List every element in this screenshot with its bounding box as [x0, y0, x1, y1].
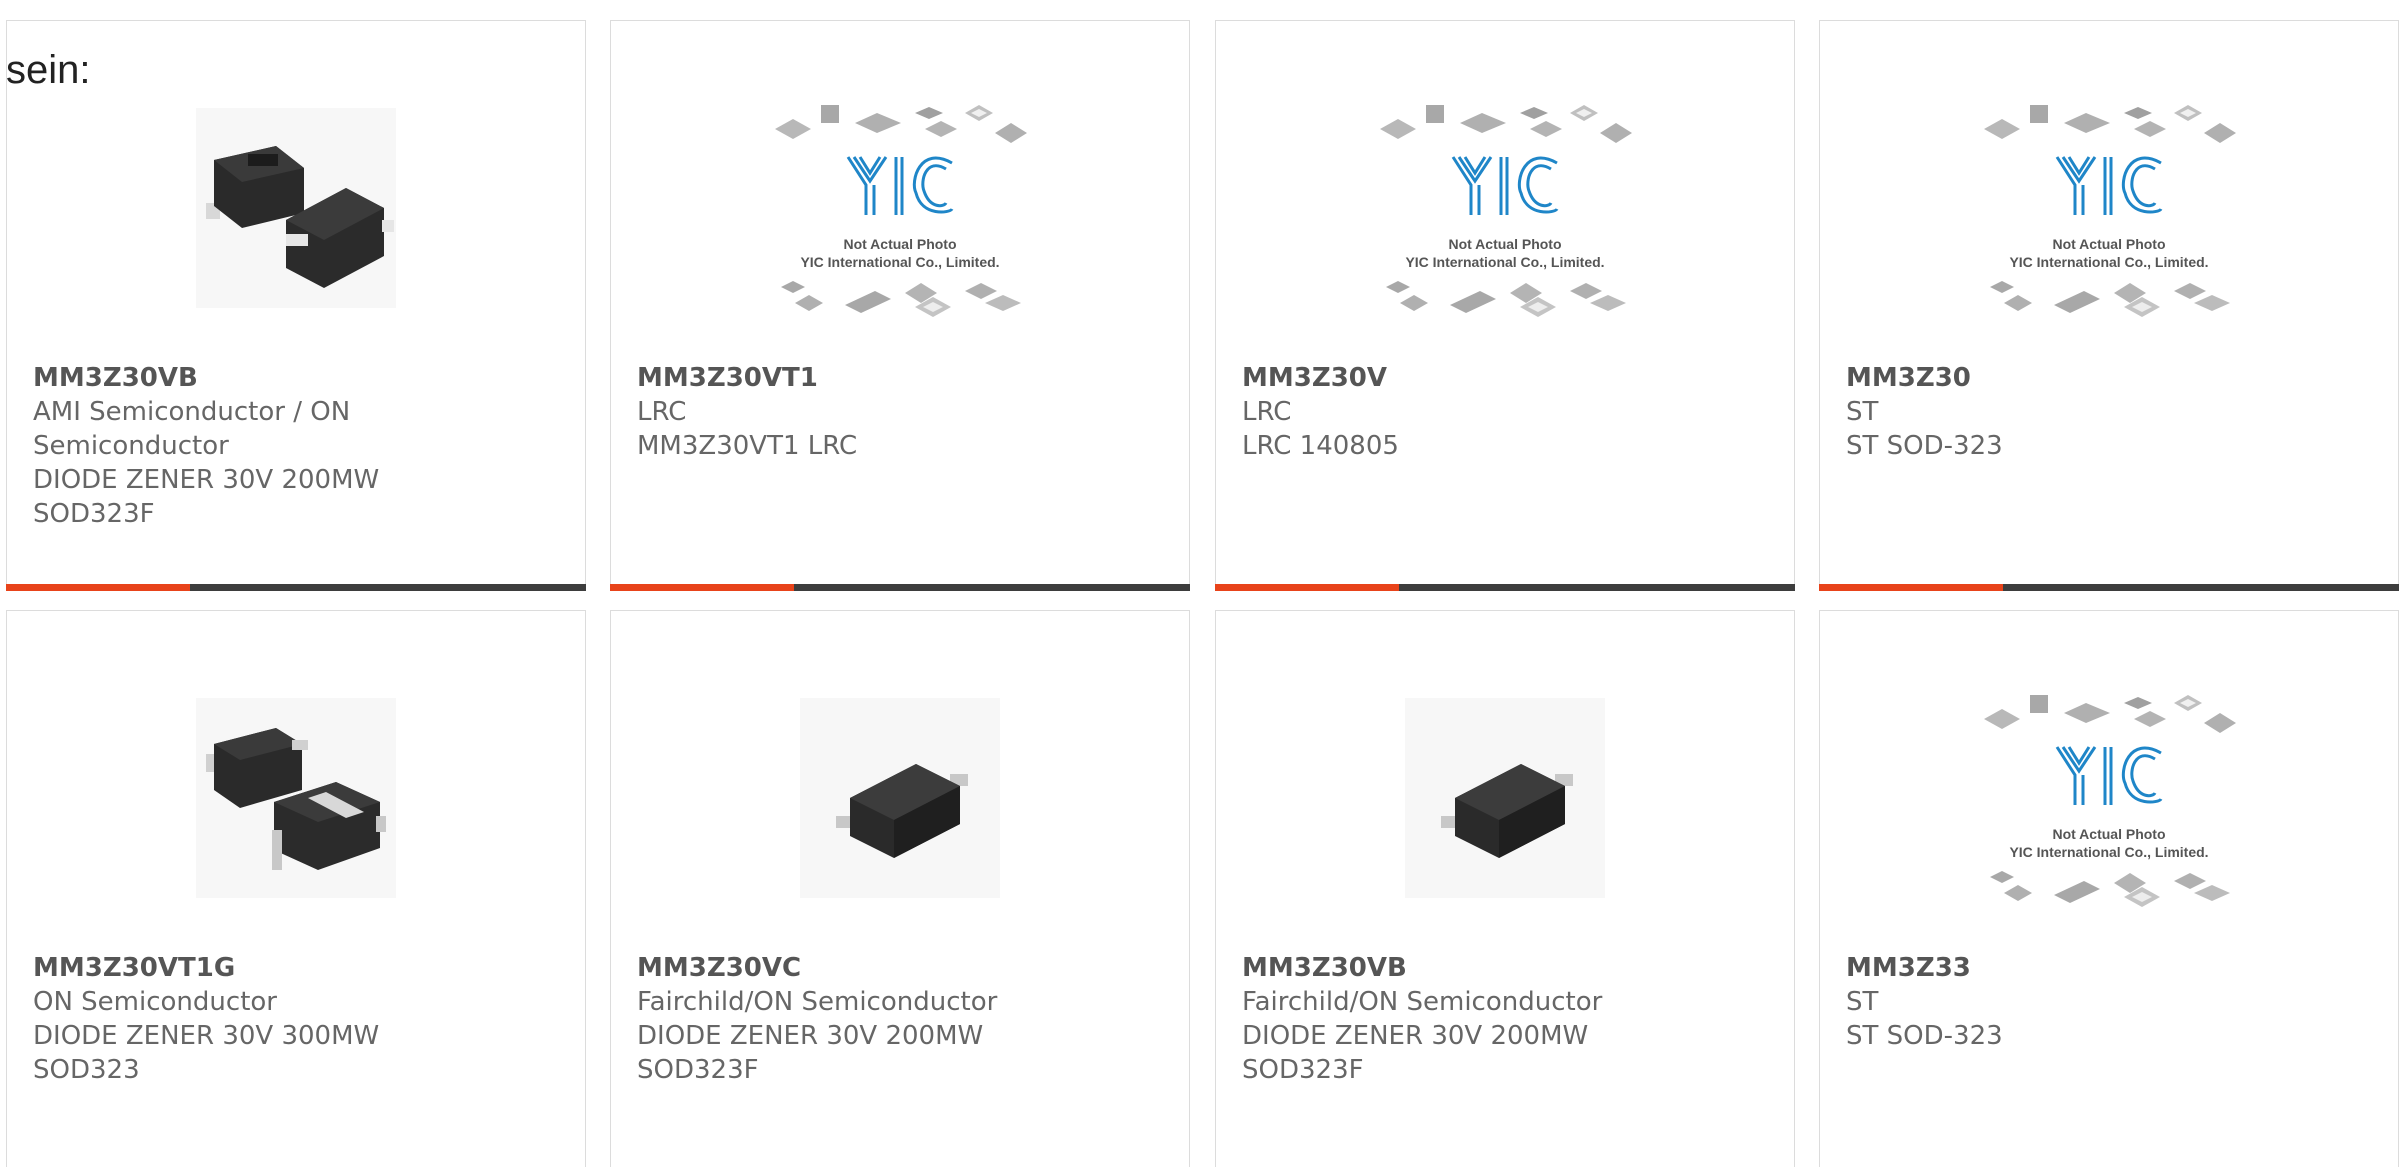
intro-text: sein: — [6, 48, 91, 92]
placeholder-caption-line1: Not Actual Photo — [843, 236, 957, 252]
chip-packages-top-icon — [1984, 695, 2236, 733]
product-card[interactable]: MM3Z30VC Fairchild/ON Semiconductor DIOD… — [610, 610, 1190, 1167]
package-sod323-two-icon — [196, 698, 396, 898]
yic-logo-icon — [846, 156, 954, 215]
part-number-link[interactable]: MM3Z30VB — [1242, 951, 1774, 985]
yic-logo-icon — [2055, 746, 2163, 805]
product-image[interactable] — [7, 93, 585, 323]
description: MM3Z30VT1 LRC — [637, 431, 858, 461]
description: DIODE ZENER 30V 200MW — [33, 465, 380, 495]
part-number-link[interactable]: MM3Z30VC — [637, 951, 1169, 985]
placeholder-caption-line2: YIC International Co., Limited. — [800, 254, 1000, 270]
card-bottom-bar — [1819, 584, 2399, 591]
package-sod323f-single-icon — [1405, 698, 1605, 898]
manufacturer-cont: Semiconductor — [33, 431, 229, 461]
card-bottom-bar — [1215, 584, 1795, 591]
placeholder-caption-line1: Not Actual Photo — [2052, 236, 2166, 252]
placeholder-caption-line1: Not Actual Photo — [2052, 826, 2166, 842]
part-number-link[interactable]: MM3Z30V — [1242, 361, 1774, 395]
product-image[interactable]: Not Actual Photo YIC International Co., … — [1216, 93, 1794, 323]
description: ST SOD-323 — [1846, 1021, 2003, 1051]
package: SOD323F — [637, 1055, 759, 1085]
part-number-link[interactable]: MM3Z30VB — [33, 361, 565, 395]
product-info: MM3Z33 ST ST SOD-323 — [1846, 951, 2378, 1053]
yic-placeholder-image: Not Actual Photo YIC International Co., … — [765, 93, 1035, 323]
manufacturer: ST — [1846, 397, 1879, 427]
yic-logo-icon — [1451, 156, 1559, 215]
product-info: MM3Z30VB Fairchild/ON Semiconductor DIOD… — [1242, 951, 1774, 1087]
chip-packages-top-icon — [1380, 105, 1632, 143]
manufacturer: LRC — [1242, 397, 1292, 427]
placeholder-caption-line1: Not Actual Photo — [1448, 236, 1562, 252]
product-card[interactable]: MM3Z30VB AMI Semiconductor / ON Semicond… — [6, 20, 586, 591]
manufacturer: Fairchild/ON Semiconductor — [1242, 987, 1603, 1017]
product-image[interactable] — [611, 683, 1189, 913]
product-image[interactable]: Not Actual Photo YIC International Co., … — [611, 93, 1189, 323]
product-image[interactable] — [1216, 683, 1794, 913]
package: SOD323F — [33, 499, 155, 529]
placeholder-caption: Not Actual Photo YIC International Co., … — [765, 235, 1035, 271]
description: LRC 140805 — [1242, 431, 1399, 461]
chip-packages-top-icon — [775, 105, 1027, 143]
placeholder-caption-line2: YIC International Co., Limited. — [2009, 844, 2209, 860]
manufacturer: AMI Semiconductor / ON — [33, 397, 351, 427]
card-bottom-bar — [6, 584, 586, 591]
chip-packages-bottom-icon — [1990, 281, 2230, 317]
card-bottom-accent — [6, 584, 190, 591]
product-card[interactable]: Not Actual Photo YIC International Co., … — [1819, 610, 2399, 1167]
chip-packages-bottom-icon — [781, 281, 1021, 317]
manufacturer: Fairchild/ON Semiconductor — [637, 987, 998, 1017]
description: DIODE ZENER 30V 200MW — [637, 1021, 984, 1051]
product-info: MM3Z30VC Fairchild/ON Semiconductor DIOD… — [637, 951, 1169, 1087]
product-info: MM3Z30V LRC LRC 140805 — [1242, 361, 1774, 463]
chip-packages-bottom-icon — [1386, 281, 1626, 317]
card-bottom-accent — [1215, 584, 1399, 591]
chip-packages-top-icon — [1984, 105, 2236, 143]
placeholder-caption-line2: YIC International Co., Limited. — [2009, 254, 2209, 270]
description: DIODE ZENER 30V 300MW — [33, 1021, 380, 1051]
product-card[interactable]: Not Actual Photo YIC International Co., … — [1215, 20, 1795, 591]
part-number-link[interactable]: MM3Z30VT1 — [637, 361, 1169, 395]
description: ST SOD-323 — [1846, 431, 2003, 461]
product-info: MM3Z30 ST ST SOD-323 — [1846, 361, 2378, 463]
product-card[interactable]: MM3Z30VT1G ON Semiconductor DIODE ZENER … — [6, 610, 586, 1167]
manufacturer: ST — [1846, 987, 1879, 1017]
product-card[interactable]: Not Actual Photo YIC International Co., … — [1819, 20, 2399, 591]
product-card[interactable]: Not Actual Photo YIC International Co., … — [610, 20, 1190, 591]
card-bottom-accent — [610, 584, 794, 591]
manufacturer: LRC — [637, 397, 687, 427]
yic-logo-icon — [2055, 156, 2163, 215]
chip-packages-bottom-icon — [1990, 871, 2230, 907]
product-image[interactable]: Not Actual Photo YIC International Co., … — [1820, 683, 2398, 913]
manufacturer: ON Semiconductor — [33, 987, 277, 1017]
product-grid-page: sein: MM3Z30VB AMI Semiconductor / ON Se… — [0, 0, 2400, 1167]
placeholder-caption: Not Actual Photo YIC International Co., … — [1974, 825, 2244, 861]
product-image[interactable]: Not Actual Photo YIC International Co., … — [1820, 93, 2398, 323]
part-number-link[interactable]: MM3Z33 — [1846, 951, 2378, 985]
description: DIODE ZENER 30V 200MW — [1242, 1021, 1589, 1051]
product-info: MM3Z30VB AMI Semiconductor / ON Semicond… — [33, 361, 565, 531]
package: SOD323 — [33, 1055, 140, 1085]
part-number-link[interactable]: MM3Z30 — [1846, 361, 2378, 395]
package-sod323f-single-icon — [800, 698, 1000, 898]
card-bottom-accent — [1819, 584, 2003, 591]
placeholder-caption: Not Actual Photo YIC International Co., … — [1370, 235, 1640, 271]
part-number-link[interactable]: MM3Z30VT1G — [33, 951, 565, 985]
yic-placeholder-image: Not Actual Photo YIC International Co., … — [1370, 93, 1640, 323]
yic-placeholder-image: Not Actual Photo YIC International Co., … — [1974, 683, 2244, 913]
yic-placeholder-image: Not Actual Photo YIC International Co., … — [1974, 93, 2244, 323]
placeholder-caption-line2: YIC International Co., Limited. — [1405, 254, 1605, 270]
product-info: MM3Z30VT1G ON Semiconductor DIODE ZENER … — [33, 951, 565, 1087]
card-bottom-bar — [610, 584, 1190, 591]
package-sod323f-two-icon — [196, 108, 396, 308]
product-card[interactable]: MM3Z30VB Fairchild/ON Semiconductor DIOD… — [1215, 610, 1795, 1167]
package: SOD323F — [1242, 1055, 1364, 1085]
placeholder-caption: Not Actual Photo YIC International Co., … — [1974, 235, 2244, 271]
product-image[interactable] — [7, 683, 585, 913]
product-info: MM3Z30VT1 LRC MM3Z30VT1 LRC — [637, 361, 1169, 463]
